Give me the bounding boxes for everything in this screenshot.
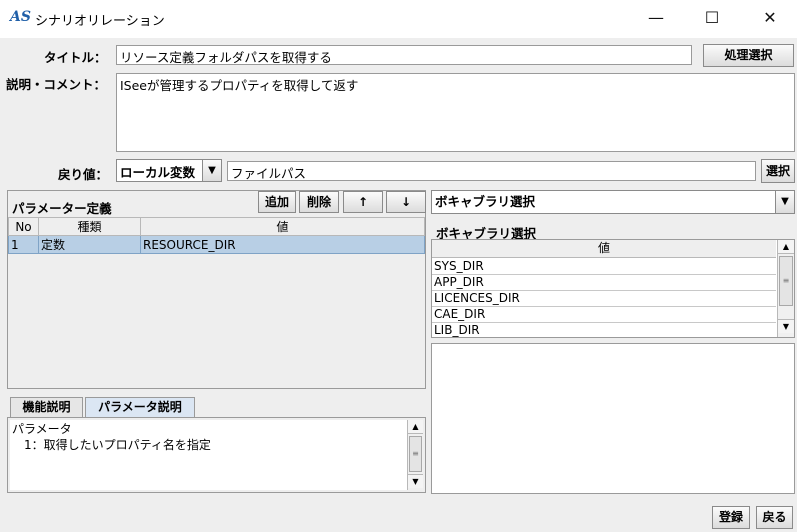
scroll-up-icon[interactable]: ▲ [408,420,423,434]
column-header-kind[interactable]: 種類 [38,217,141,236]
parameter-table-area: No 種類 値 1 定数 RESOURCE_DIR [8,217,425,388]
tab-function-description[interactable]: 機能説明 [10,397,83,417]
table-row[interactable]: 1 定数 RESOURCE_DIR [8,235,425,254]
title-input[interactable]: リソース定義フォルダパスを取得する [116,45,692,65]
app-logo-icon: AS [10,9,31,25]
parameter-header: パラメーター定義 [12,201,112,216]
vocabulary-column-header[interactable]: 値 [432,240,776,258]
list-item[interactable]: APP_DIR [432,275,776,291]
vocabulary-detail-panel [431,343,795,494]
help-scrollbar[interactable]: ▲ ≡ ▼ [407,420,423,490]
vocabulary-chevron-down-icon[interactable]: ▼ [775,191,794,213]
scroll-down-icon[interactable]: ▼ [408,474,423,488]
add-parameter-button[interactable]: 追加 [258,191,296,213]
vocabulary-scrollbar[interactable]: ▲ ≡ ▼ [777,240,794,337]
title-label: タイトル： [44,50,107,65]
move-up-button[interactable]: ↑ [343,191,383,213]
process-select-button[interactable]: 処理選択 [703,44,794,67]
scroll-down-icon[interactable]: ▼ [778,319,794,333]
return-type-selected: ローカル変数 [120,165,196,180]
vocabulary-combo-selected: ボキャブラリ選択 [435,194,536,209]
column-header-value[interactable]: 値 [140,217,425,236]
maximize-button[interactable]: ☐ [689,0,735,36]
return-type-chevron-down-icon[interactable]: ▼ [202,160,221,181]
row-no: 1 [8,235,39,254]
list-item[interactable]: LICENCES_DIR [432,291,776,307]
row-value: RESOURCE_DIR [140,235,425,254]
list-item[interactable]: SYS_DIR [432,259,776,275]
return-select-button[interactable]: 選択 [761,159,795,183]
return-value-input[interactable]: ファイルパス [227,161,756,181]
tab-parameter-description[interactable]: パラメータ説明 [85,397,195,417]
description-textarea[interactable]: ISeeが管理するプロパティを取得して返す [116,73,795,152]
register-button[interactable]: 登録 [712,506,750,529]
parameter-table: No 種類 値 1 定数 RESOURCE_DIR [8,217,425,254]
help-text-line: 1：取得したいプロパティ名を指定 [24,438,211,452]
list-item[interactable]: LIB_DIR [432,323,776,337]
help-text-heading: パラメータ [12,422,72,436]
list-item[interactable]: CAE_DIR [432,307,776,323]
delete-parameter-button[interactable]: 削除 [299,191,339,213]
back-button[interactable]: 戻る [756,506,793,529]
column-header-no[interactable]: No [8,217,39,236]
return-value-label: 戻り値： [58,167,109,182]
scroll-up-icon[interactable]: ▲ [778,240,794,254]
vocabulary-combo[interactable]: ボキャブラリ選択 [431,190,795,214]
close-button[interactable]: ✕ [747,0,793,36]
window-title: シナリオリレーション [35,14,165,29]
move-down-button[interactable]: ↓ [386,191,426,213]
minimize-button[interactable]: — [633,0,679,36]
help-text-area: パラメータ 1：取得したいプロパティ名を指定 [10,420,407,490]
scroll-thumb[interactable]: ≡ [409,436,422,472]
row-kind: 定数 [38,235,141,254]
vocabulary-list: SYS_DIR APP_DIR LICENCES_DIR CAE_DIR LIB… [432,259,776,337]
description-label: 説明・コメント： [6,77,107,92]
scroll-thumb[interactable]: ≡ [779,256,793,306]
